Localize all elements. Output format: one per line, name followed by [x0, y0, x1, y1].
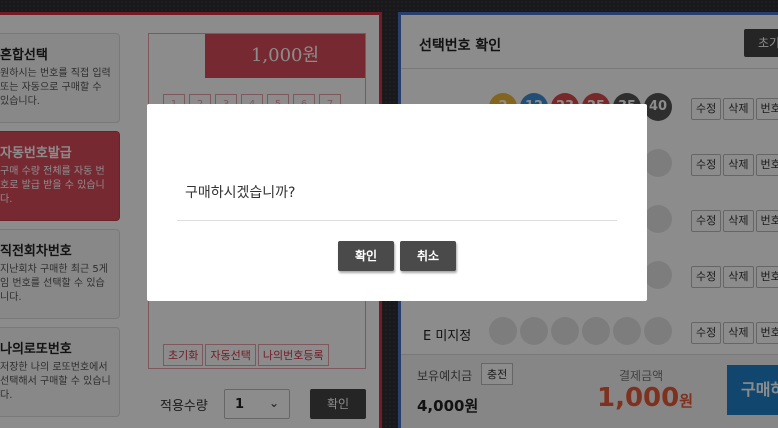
dialog-cancel-button[interactable]: 취소 — [400, 241, 456, 271]
dialog-message: 구매하시겠습니까? — [185, 185, 296, 201]
dialog-divider — [177, 220, 617, 221]
lotto-purchase-screen: 혼합선택 원하시는 번호를 직접 입력 또는 자동으로 구매할 수 있습니다. 자… — [0, 0, 778, 428]
confirm-dialog: 구매하시겠습니까? 확인 취소 — [147, 104, 647, 301]
dialog-confirm-button[interactable]: 확인 — [338, 241, 394, 271]
